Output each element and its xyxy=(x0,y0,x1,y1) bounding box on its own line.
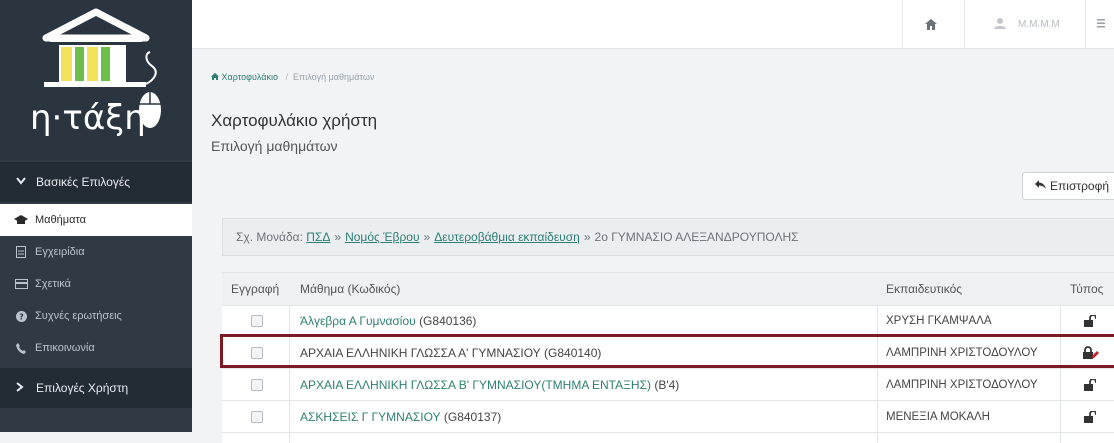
sidebar-item-about[interactable]: Σχετικά xyxy=(0,268,192,300)
courses-table: Εγγραφή Μάθημα (Κωδικός) Εκπαιδευτικός Τ… xyxy=(222,272,1114,443)
enroll-checkbox[interactable] xyxy=(251,378,263,391)
breadcrumb-current: Επιλογή μαθημάτων xyxy=(293,72,375,82)
sidebar-section-label: Επιλογές Χρήστη xyxy=(36,381,129,395)
table-row: ΑΡΧΑΙΑ ΕΛΛΗΝΙΚΗ ΓΛΩΣΣΑ Α' ΓΥΜΝΑΣΙΟΥ (G84… xyxy=(222,337,1114,369)
course-link[interactable]: ΑΣΚΗΣΕΙΣ Γ ΓΥΜΝΑΣΙΟΥ xyxy=(300,410,441,424)
breadcrumb-home[interactable]: Χαρτοφυλάκιο xyxy=(211,72,281,82)
course-link[interactable]: ΑΡΧΑΙΑ ΕΛΛΗΝΙΚΗ ΓΛΩΣΣΑ Β' ΓΥΜΝΑΣΙΟΥ(ΤΜΗΜ… xyxy=(300,378,651,392)
svg-text:?: ? xyxy=(19,312,24,321)
menu-icon[interactable] xyxy=(1097,17,1105,31)
enroll-checkbox[interactable] xyxy=(251,410,263,423)
logo-text: η·τάξη xyxy=(30,98,146,138)
graduation-cap-icon xyxy=(14,215,28,225)
sidebar-item-faq[interactable]: ? Συχνές ερωτήσεις xyxy=(0,300,192,332)
breadcrumb-home-label: Χαρτοφυλάκιο xyxy=(221,72,278,82)
header-enroll[interactable]: Εγγραφή xyxy=(231,273,279,304)
table-row: ΑΣΚΗΣΕΙΣ Γ ΓΥΜΝΑΣΙΟΥ (G840137) ΜΕΝΕΞΙΑ Μ… xyxy=(222,401,1114,433)
user-name[interactable]: Μ.Μ.Μ.Μ xyxy=(1018,19,1060,30)
page-subtitle: Επιλογή μαθημάτων xyxy=(211,138,338,154)
home-icon xyxy=(211,73,219,80)
info-prefix: Σχ. Μονάδα: xyxy=(236,230,303,244)
table-row: Άλγεβρα Α Γυμνασίου (G840136) ΧΡΥΣΗ ΓΚΑΜ… xyxy=(222,305,1114,337)
sidebar-section-basic[interactable]: Βασικές Επιλογές xyxy=(0,162,192,202)
sidebar-item-label: Σχετικά xyxy=(35,278,71,290)
course-link[interactable]: Άλγεβρα Α Γυμνασίου xyxy=(300,314,416,328)
sidebar-item-courses[interactable]: Μαθήματα xyxy=(0,204,192,236)
enroll-checkbox[interactable] xyxy=(251,346,263,359)
chevron-right-icon xyxy=(16,381,28,395)
unlock-icon xyxy=(1084,305,1096,336)
unlock-icon xyxy=(1084,401,1096,432)
divider xyxy=(964,0,965,48)
breadcrumb: Χαρτοφυλάκιο / Επιλογή μαθημάτων xyxy=(211,72,374,82)
sidebar-item-manuals[interactable]: Εγχειρίδια xyxy=(0,236,192,268)
info-link-secondary[interactable]: Δευτεροβάθμια εκπαίδευση xyxy=(434,230,580,244)
sidebar-item-label: Συχνές ερωτήσεις xyxy=(35,310,122,322)
sidebar-item-label: Εγχειρίδια xyxy=(35,246,85,258)
course-code: (G840137) xyxy=(443,409,502,424)
info-school: 2ο ΓΥΜΝΑΣΙΟ ΑΛΕΞΑΝΔΡΟΥΠΟΛΗΣ xyxy=(594,230,799,244)
home-icon[interactable] xyxy=(925,17,941,31)
page-title: Χαρτοφυλάκιο χρήστη xyxy=(211,111,378,130)
teacher-name: ΛΑΜΠΡΙΝΗ ΧΡΙΣΤΟΔΟΥΛΟΥ xyxy=(886,346,1038,359)
back-button-label: Επιστροφή xyxy=(1050,179,1110,193)
sidebar-item-contact[interactable]: Επικοινωνία xyxy=(0,332,192,364)
info-link-evros[interactable]: Νομός Έβρου xyxy=(345,230,419,244)
course-code: (Β'4) xyxy=(654,377,680,392)
chevron-down-icon xyxy=(16,176,28,188)
school-info-box: Σχ. Μονάδα: ΠΣΔ» Νομός Έβρου» Δευτεροβάθμι… xyxy=(222,218,1114,256)
divider xyxy=(902,0,903,48)
sidebar-item-label: Μαθήματα xyxy=(35,214,87,226)
teacher-name: ΛΑΜΠΡΙΝΗ ΧΡΙΣΤΟΔΟΥΛΟΥ xyxy=(886,378,1038,391)
divider xyxy=(1085,0,1086,48)
sidebar-section-label: Βασικές Επιλογές xyxy=(36,175,131,189)
user-avatar-icon[interactable] xyxy=(994,16,1006,34)
sidebar: η·τάξη Βασικές Επιλογές Μαθήματα Εγχειρί… xyxy=(0,0,192,432)
header-type[interactable]: Τύπος xyxy=(1070,273,1103,304)
course-code: (G840140) xyxy=(544,345,602,360)
teacher-name: ΧΡΥΣΗ ΓΚΑΜΨΑΛΑ xyxy=(886,314,992,327)
sidebar-section-user[interactable]: Επιλογές Χρήστη xyxy=(0,368,192,408)
header-course[interactable]: Μάθημα (Κωδικός) xyxy=(300,273,400,304)
logo[interactable]: η·τάξη xyxy=(0,0,192,160)
header-teacher[interactable]: Εκπαιδευτικός xyxy=(886,273,962,304)
table-header-row: Εγγραφή Μάθημα (Κωδικός) Εκπαιδευτικός Τ… xyxy=(222,273,1114,306)
enroll-checkbox[interactable] xyxy=(251,314,263,327)
reply-arrow-icon xyxy=(1035,180,1046,192)
course-code: (G840136) xyxy=(419,313,477,328)
back-button[interactable]: Επιστροφή xyxy=(1022,172,1114,200)
question-circle-icon: ? xyxy=(14,310,28,322)
lock-pencil-icon xyxy=(1083,337,1099,368)
teacher-name: ΜΕΝΕΞΙΑ ΜΟΚΑΛΗ xyxy=(886,410,990,423)
sidebar-item-label: Επικοινωνία xyxy=(35,342,95,354)
top-bar: Μ.Μ.Μ.Μ xyxy=(192,0,1114,49)
info-link-psd[interactable]: ΠΣΔ xyxy=(306,230,330,244)
phone-icon xyxy=(14,342,28,354)
table-row: ΑΡΧΑΙΑ ΕΛΛΗΝΙΚΗ ΓΛΩΣΣΑ Β' ΓΥΜΝΑΣΙΟΥ(ΤΜΗΜ… xyxy=(222,369,1114,401)
file-icon xyxy=(14,246,28,258)
course-title: ΑΡΧΑΙΑ ΕΛΛΗΝΙΚΗ ΓΛΩΣΣΑ Α' ΓΥΜΝΑΣΙΟΥ xyxy=(300,345,541,360)
unlock-icon xyxy=(1084,369,1096,400)
credit-card-icon xyxy=(14,279,28,289)
